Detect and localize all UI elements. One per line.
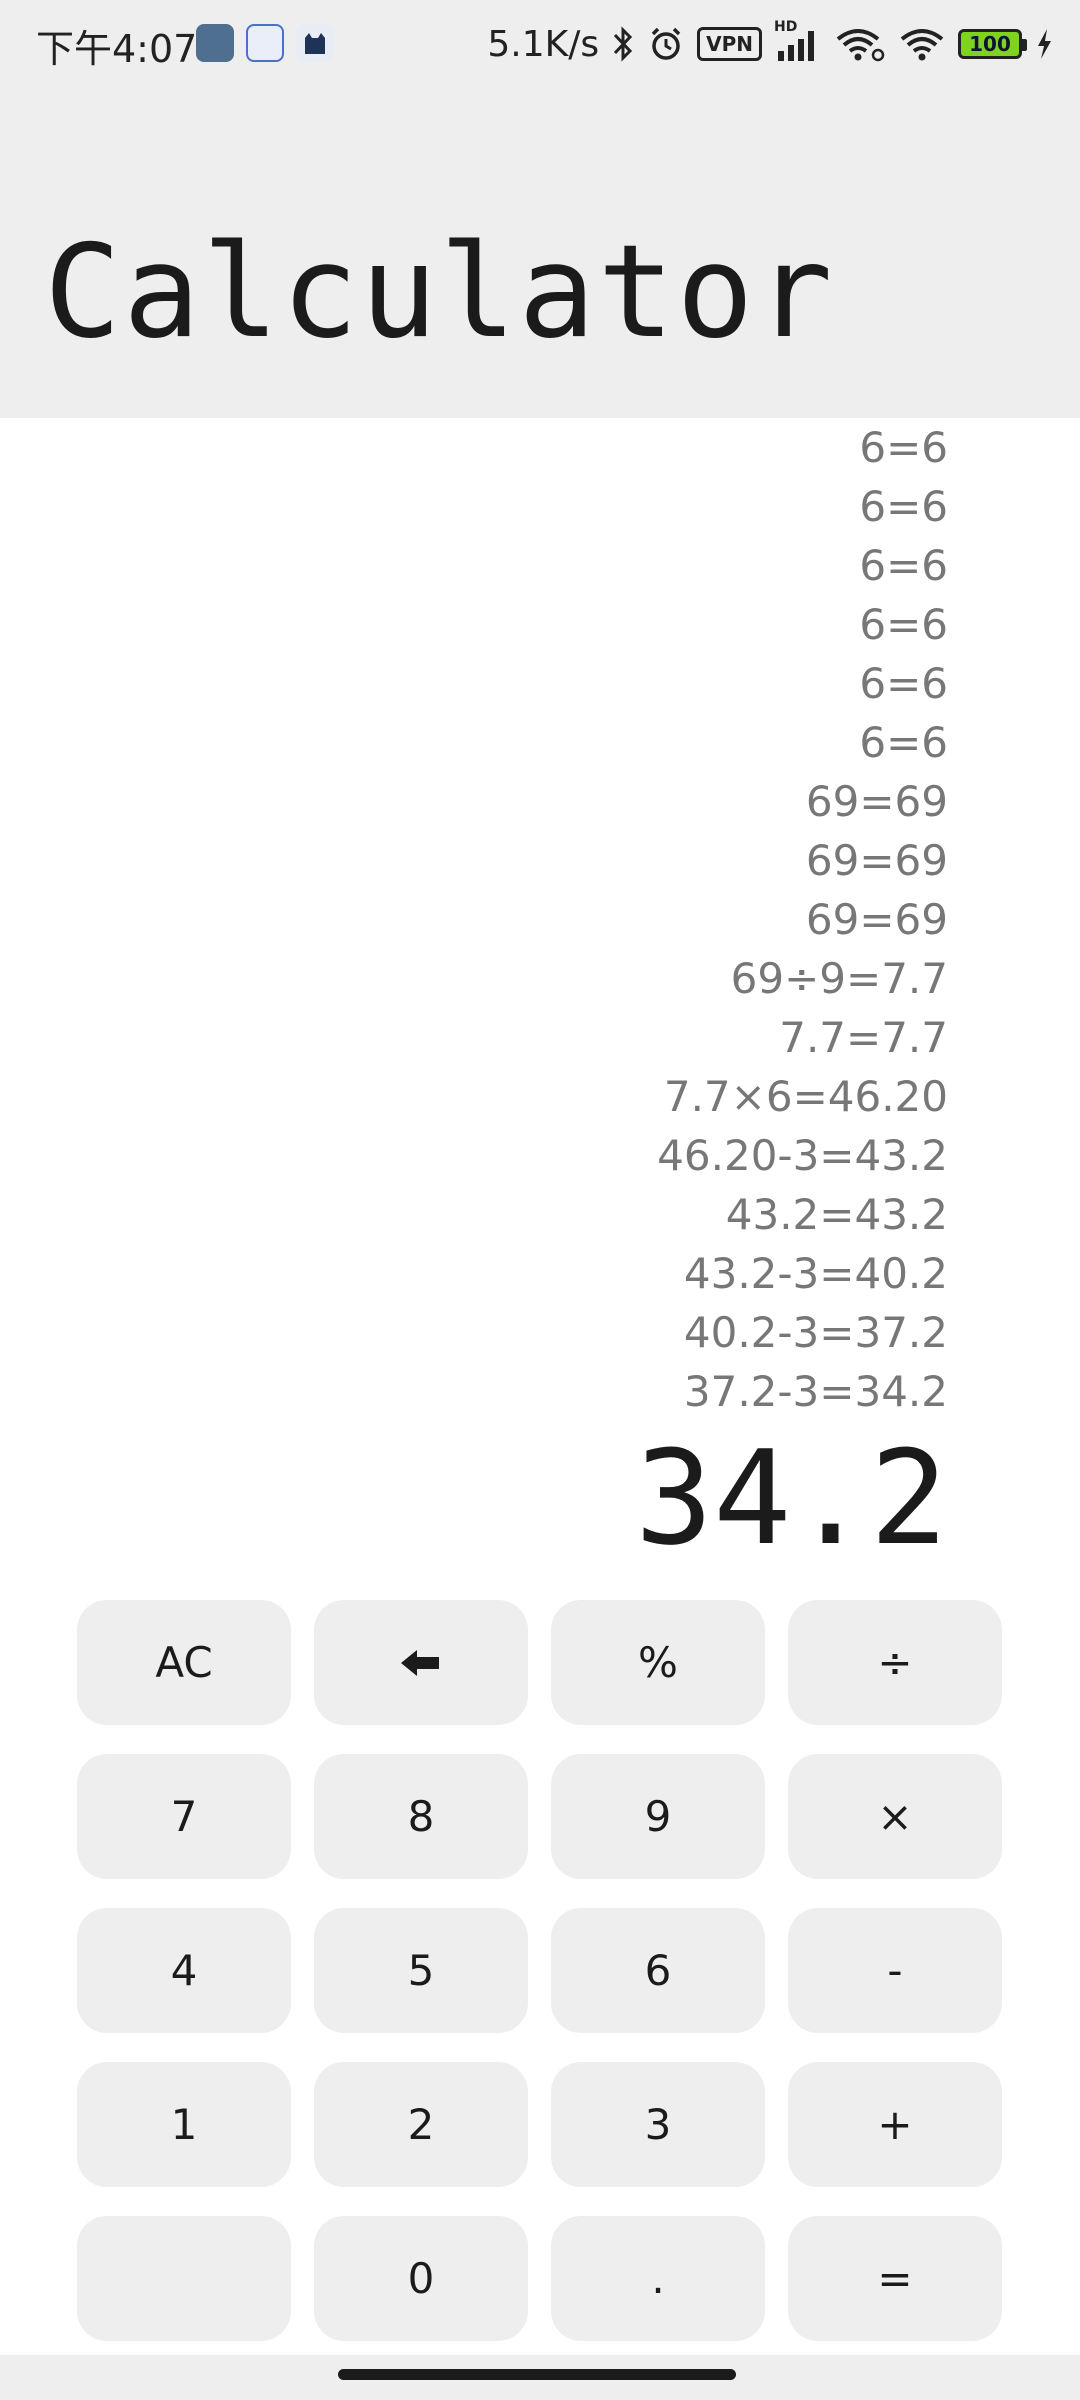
history-item: 7.7=7.7 bbox=[779, 1013, 948, 1062]
charging-icon bbox=[1034, 25, 1054, 63]
decimal-button[interactable]: . bbox=[551, 2216, 765, 2341]
divide-button[interactable]: ÷ bbox=[788, 1600, 1002, 1725]
history-item: 69=69 bbox=[805, 836, 948, 885]
history-item: 69=69 bbox=[805, 777, 948, 826]
home-indicator[interactable] bbox=[338, 2369, 736, 2380]
vpn-icon: VPN bbox=[697, 27, 762, 61]
percent-button[interactable]: % bbox=[551, 1600, 765, 1725]
result-display: 34.2 bbox=[634, 1422, 948, 1574]
digit-4-button[interactable]: 4 bbox=[77, 1908, 291, 2033]
history-item: 6=6 bbox=[859, 600, 948, 649]
digit-2-button[interactable]: 2 bbox=[314, 2062, 528, 2187]
status-time: 下午4:07 bbox=[36, 27, 198, 71]
alarm-icon bbox=[647, 25, 685, 63]
network-speed: 5.1K/s bbox=[487, 23, 600, 65]
clear-button[interactable]: AC bbox=[77, 1600, 291, 1725]
status-indicators: 5.1K/s VPN HD 100 bbox=[487, 18, 1054, 70]
history-item: 6=6 bbox=[859, 541, 948, 590]
wifi-icon bbox=[898, 25, 946, 63]
battery-level: 100 bbox=[969, 32, 1011, 56]
history-item: 6=6 bbox=[859, 718, 948, 767]
digit-9-button[interactable]: 9 bbox=[551, 1754, 765, 1879]
cat-notification-icon bbox=[296, 24, 334, 62]
multiply-button[interactable]: × bbox=[788, 1754, 1002, 1879]
history-item: 69=69 bbox=[805, 895, 948, 944]
history-item: 40.2-3=37.2 bbox=[683, 1308, 948, 1357]
equals-button[interactable]: = bbox=[788, 2216, 1002, 2341]
plus-button[interactable]: + bbox=[788, 2062, 1002, 2187]
history-item: 7.7×6=46.20 bbox=[663, 1072, 948, 1121]
digit-7-button[interactable]: 7 bbox=[77, 1754, 291, 1879]
settings-notification-icon bbox=[246, 24, 284, 62]
app-header: Calculator bbox=[0, 88, 1080, 418]
digit-0-button[interactable]: 0 bbox=[314, 2216, 528, 2341]
backspace-button[interactable] bbox=[314, 1600, 528, 1725]
history-item: 6=6 bbox=[859, 423, 948, 472]
blank-button[interactable] bbox=[77, 2216, 291, 2341]
history-item: 43.2=43.2 bbox=[725, 1190, 948, 1239]
digit-6-button[interactable]: 6 bbox=[551, 1908, 765, 2033]
history-item: 43.2-3=40.2 bbox=[683, 1249, 948, 1298]
history-item: 46.20-3=43.2 bbox=[657, 1131, 948, 1180]
digit-8-button[interactable]: 8 bbox=[314, 1754, 528, 1879]
history-item: 6=6 bbox=[859, 482, 948, 531]
minus-button[interactable]: - bbox=[788, 1908, 1002, 2033]
signal-hd-label: HD bbox=[774, 19, 798, 35]
cellular-signal-icon: HD bbox=[774, 19, 822, 63]
history-item: 69÷9=7.7 bbox=[730, 954, 948, 1003]
app-notification-icon bbox=[196, 24, 234, 62]
keypad: AC % ÷ 7 8 9 × 4 5 6 - 1 2 3 + 0 . = bbox=[77, 1600, 1003, 2341]
page-title: Calculator bbox=[44, 218, 835, 367]
backspace-icon bbox=[399, 1648, 443, 1678]
digit-3-button[interactable]: 3 bbox=[551, 2062, 765, 2187]
battery-icon: 100 bbox=[958, 29, 1027, 59]
wifi-link-icon bbox=[834, 25, 886, 63]
digit-1-button[interactable]: 1 bbox=[77, 2062, 291, 2187]
history-item: 37.2-3=34.2 bbox=[683, 1367, 948, 1416]
bluetooth-icon bbox=[611, 25, 635, 63]
digit-5-button[interactable]: 5 bbox=[314, 1908, 528, 2033]
history-list: 6=6 6=6 6=6 6=6 6=6 6=6 69=69 69=69 69=6… bbox=[48, 418, 948, 1421]
status-bar: 下午4:07 5.1K/s VPN HD 100 bbox=[0, 0, 1080, 88]
history-item: 6=6 bbox=[859, 659, 948, 708]
navigation-bar bbox=[0, 2355, 1080, 2400]
